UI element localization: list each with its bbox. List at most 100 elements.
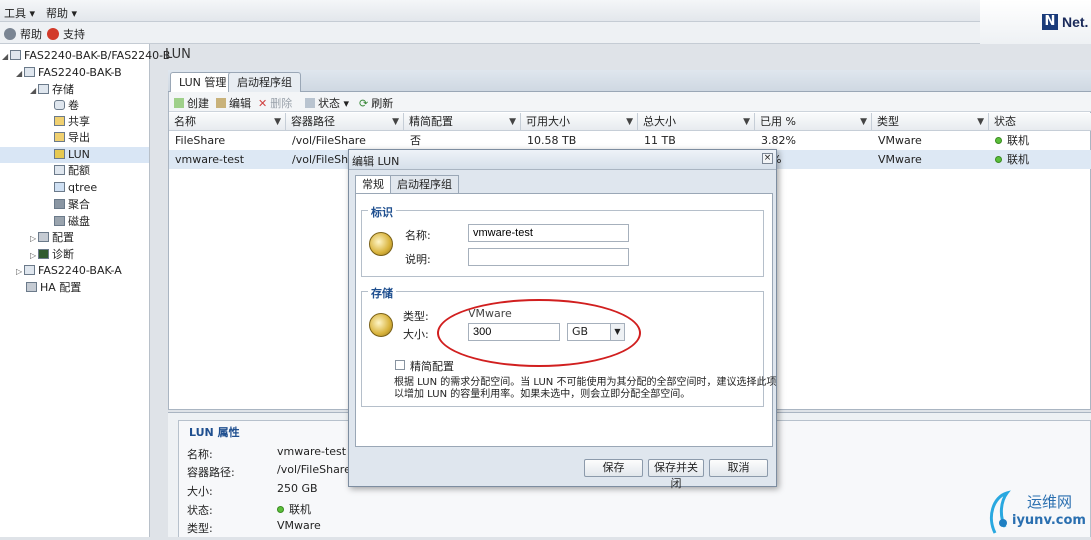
properties-title: LUN 属性 (186, 424, 243, 440)
column-header[interactable]: 总大小 ▼ (638, 113, 755, 131)
server-icon (24, 265, 35, 275)
delete-icon: ✕ (258, 97, 268, 110)
tab-initiator-groups[interactable]: 启动程序组 (228, 72, 301, 92)
tree-node-b[interactable]: ◢ FAS2240-BAK-B (16, 65, 122, 81)
wrench-icon (26, 282, 37, 292)
description-label: 说明: (405, 253, 431, 266)
tree-diag[interactable]: ▷ 诊断 (30, 247, 74, 263)
prop-type-value: VMware (277, 519, 321, 532)
netapp-logo-icon: N (1042, 14, 1058, 30)
lun-icon (54, 149, 65, 159)
cell-path: /vol/FileShare (292, 134, 366, 147)
storage-legend: 存储 (368, 285, 396, 301)
description-field[interactable] (468, 248, 629, 266)
filter-icon: ▼ (509, 117, 516, 127)
cell-type: VMware (878, 153, 922, 166)
tab-general[interactable]: 常规 (355, 175, 391, 193)
column-header[interactable]: 类型 ▼ (872, 113, 989, 131)
edit-icon (216, 98, 226, 108)
edit-button[interactable]: 编辑 (216, 95, 251, 111)
filter-icon: ▼ (743, 117, 750, 127)
cell-name: FileShare (175, 134, 226, 147)
tree-root[interactable]: ◢ FAS2240-BAK-B/FAS2240-B (2, 48, 170, 64)
aggregate-icon (54, 199, 65, 209)
thin-provision-checkbox[interactable] (395, 360, 405, 370)
quick-toolbar: 帮助 支持 (0, 22, 1091, 44)
volume-icon (54, 100, 65, 110)
tree-disk[interactable]: 磁盘 (54, 214, 90, 230)
tree-share[interactable]: 共享 (54, 114, 90, 130)
action-bar: 创建 编辑 ✕ 删除 状态 ▾ ⟳ 刷新 (169, 92, 1091, 112)
page-title: LUN (165, 47, 191, 62)
prop-path-value: /vol/FileShare (277, 463, 351, 476)
table-row[interactable]: FileShare /vol/FileShare 否 10.58 TB 11 T… (169, 131, 1091, 150)
tree-quota[interactable]: 配额 (54, 163, 90, 179)
status-icon (305, 98, 315, 108)
folder-icon (54, 116, 65, 126)
wrench-icon (38, 232, 49, 242)
close-icon[interactable]: × (762, 153, 773, 164)
column-header[interactable]: 已用 % ▼ (755, 113, 872, 131)
filter-icon: ▼ (392, 117, 399, 127)
tree-export[interactable]: 导出 (54, 130, 90, 146)
size-label: 大小: (403, 328, 429, 341)
highlight-oval (437, 299, 641, 367)
tree-config[interactable]: ▷ 配置 (30, 230, 74, 246)
save-button[interactable]: 保存 (584, 459, 643, 477)
dialog-titlebar[interactable] (349, 150, 776, 170)
brand-text: Net. (1062, 14, 1089, 30)
main-tabstrip: LUN 管理 启动程序组 (168, 70, 1091, 92)
diagnostics-icon (38, 249, 49, 259)
save-close-button[interactable]: 保存并关闭 (648, 459, 704, 490)
cancel-button[interactable]: 取消 (709, 459, 768, 477)
online-icon (995, 137, 1002, 144)
prop-status-label: 状态: (187, 504, 213, 517)
support-icon (47, 28, 59, 40)
cell-available: 10.58 TB (527, 134, 577, 147)
thin-note-line2: 以增加 LUN 的容量利用率。如果未选中，则会立即分配全部空间。 (394, 389, 691, 400)
support-link[interactable]: 支持 (47, 26, 85, 42)
storage-icon (38, 84, 49, 94)
cell-total: 11 TB (644, 134, 676, 147)
status-dropdown[interactable]: 状态 ▾ (305, 95, 349, 111)
create-button[interactable]: 创建 (174, 95, 209, 111)
tree-storage[interactable]: ◢ 存储 (30, 82, 74, 98)
cluster-icon (10, 50, 21, 60)
tree-volume[interactable]: 卷 (54, 98, 79, 114)
tab-lun-management[interactable]: LUN 管理 (170, 72, 236, 92)
tree-lun[interactable]: LUN (0, 147, 149, 163)
tree-ha[interactable]: HA 配置 (26, 280, 81, 296)
help-link[interactable]: 帮助 (4, 26, 42, 42)
online-icon (995, 156, 1002, 163)
thin-provision-label: 精简配置 (410, 360, 454, 373)
menu-help[interactable]: 帮助 ▾ (46, 5, 77, 21)
refresh-button[interactable]: ⟳ 刷新 (359, 95, 393, 111)
delete-button[interactable]: ✕ 删除 (258, 95, 292, 111)
column-header[interactable]: 容器路径 ▼ (286, 113, 404, 131)
export-icon (54, 132, 65, 142)
cell-status: 联机 (989, 150, 1029, 169)
create-icon (174, 98, 184, 108)
grid-header: 名称 ▼ 容器路径 ▼ 精简配置 ▼ 可用大小 ▼ 总大小 ▼ 已用 % ▼ 类型 ▼ 状态 (169, 113, 1091, 131)
lun-icon (369, 232, 393, 256)
column-header[interactable]: 精简配置 ▼ (404, 113, 521, 131)
prop-name-value: vmware-test (277, 445, 347, 458)
column-header[interactable]: 名称 ▼ (169, 113, 286, 131)
name-field[interactable] (468, 224, 629, 242)
cell-status: 联机 (989, 131, 1029, 150)
menu-tools[interactable]: 工具 ▾ (4, 5, 35, 21)
dialog-title: 编辑 LUN (352, 155, 400, 168)
prop-status-value: 联机 (277, 501, 311, 517)
column-header[interactable]: 状态 (989, 113, 1091, 131)
tree-aggregate[interactable]: 聚合 (54, 197, 90, 213)
identification-legend: 标识 (368, 204, 396, 220)
tree-qtree[interactable]: qtree (54, 180, 97, 196)
prop-path-label: 容器路径: (187, 466, 235, 479)
tab-initiator-groups[interactable]: 启动程序组 (390, 175, 459, 193)
cell-name: vmware-test (175, 153, 245, 166)
column-header[interactable]: 可用大小 ▼ (521, 113, 638, 131)
watermark: 运维网 iyunv.com (985, 487, 1091, 537)
support-label: 支持 (63, 28, 85, 41)
server-icon (24, 67, 35, 77)
tree-node-a[interactable]: ▷ FAS2240-BAK-A (16, 263, 122, 279)
